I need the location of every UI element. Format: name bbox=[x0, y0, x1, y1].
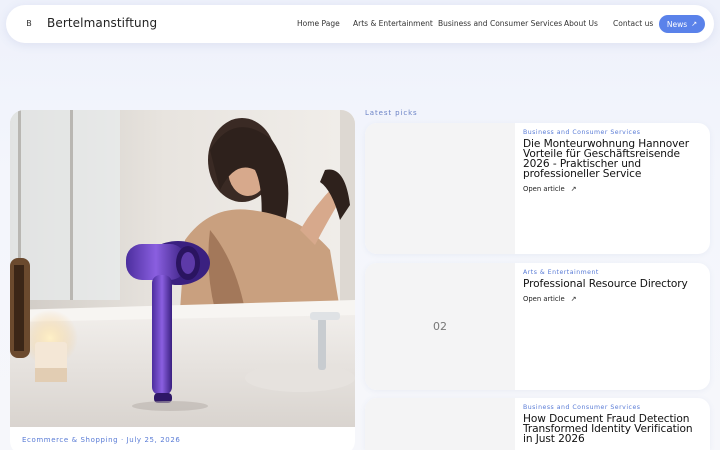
pick-card-category[interactable]: Business and Consumer Services bbox=[523, 129, 702, 136]
pick-card-title[interactable]: How Document Fraud Detection Transformed… bbox=[523, 414, 702, 445]
latest-picks-heading: Latest picks bbox=[365, 109, 418, 117]
nav-about-us[interactable]: About Us bbox=[564, 19, 598, 28]
open-article-link[interactable]: Open article ↗ bbox=[523, 185, 702, 193]
open-article-label: Open article bbox=[523, 185, 565, 193]
arrow-up-right-icon: ↗ bbox=[570, 185, 577, 193]
nav-business-consumer-services[interactable]: Business and Consumer Services bbox=[438, 19, 562, 28]
pick-card-2[interactable]: 02 Arts & Entertainment Professional Res… bbox=[365, 263, 710, 390]
pick-card-title[interactable]: Professional Resource Directory bbox=[523, 279, 702, 290]
news-button[interactable]: News ↗ bbox=[659, 15, 705, 33]
arrow-up-right-icon: ↗ bbox=[691, 20, 698, 28]
featured-article-image bbox=[10, 110, 355, 427]
featured-article-card[interactable]: Ecommerce & Shopping · July 25, 2026 bbox=[10, 110, 355, 450]
main-nav: Home Page Arts & Entertainment Business … bbox=[6, 5, 714, 43]
pick-card-1[interactable]: Business and Consumer Services Die Monte… bbox=[365, 123, 710, 254]
top-navbar: B Bertelmanstiftung Home Page Arts & Ent… bbox=[6, 5, 714, 43]
open-article-label: Open article bbox=[523, 295, 565, 303]
nav-home[interactable]: Home Page bbox=[297, 19, 340, 28]
pick-card-thumbnail: 02 bbox=[365, 263, 515, 390]
pick-card-title[interactable]: Die Monteurwohnung Hannover Vorteile für… bbox=[523, 139, 702, 180]
arrow-up-right-icon: ↗ bbox=[570, 295, 577, 303]
pick-card-category[interactable]: Business and Consumer Services bbox=[523, 404, 702, 411]
pick-card-3[interactable]: Business and Consumer Services How Docum… bbox=[365, 398, 710, 450]
pick-card-category[interactable]: Arts & Entertainment bbox=[523, 269, 702, 276]
open-article-link[interactable]: Open article ↗ bbox=[523, 295, 702, 303]
news-button-label: News bbox=[666, 19, 688, 29]
nav-arts-entertainment[interactable]: Arts & Entertainment bbox=[353, 19, 433, 28]
nav-contact-us[interactable]: Contact us bbox=[613, 19, 653, 28]
pick-card-thumbnail bbox=[365, 398, 515, 450]
featured-article-meta: Ecommerce & Shopping · July 25, 2026 bbox=[22, 436, 181, 444]
pick-card-thumbnail bbox=[365, 123, 515, 254]
